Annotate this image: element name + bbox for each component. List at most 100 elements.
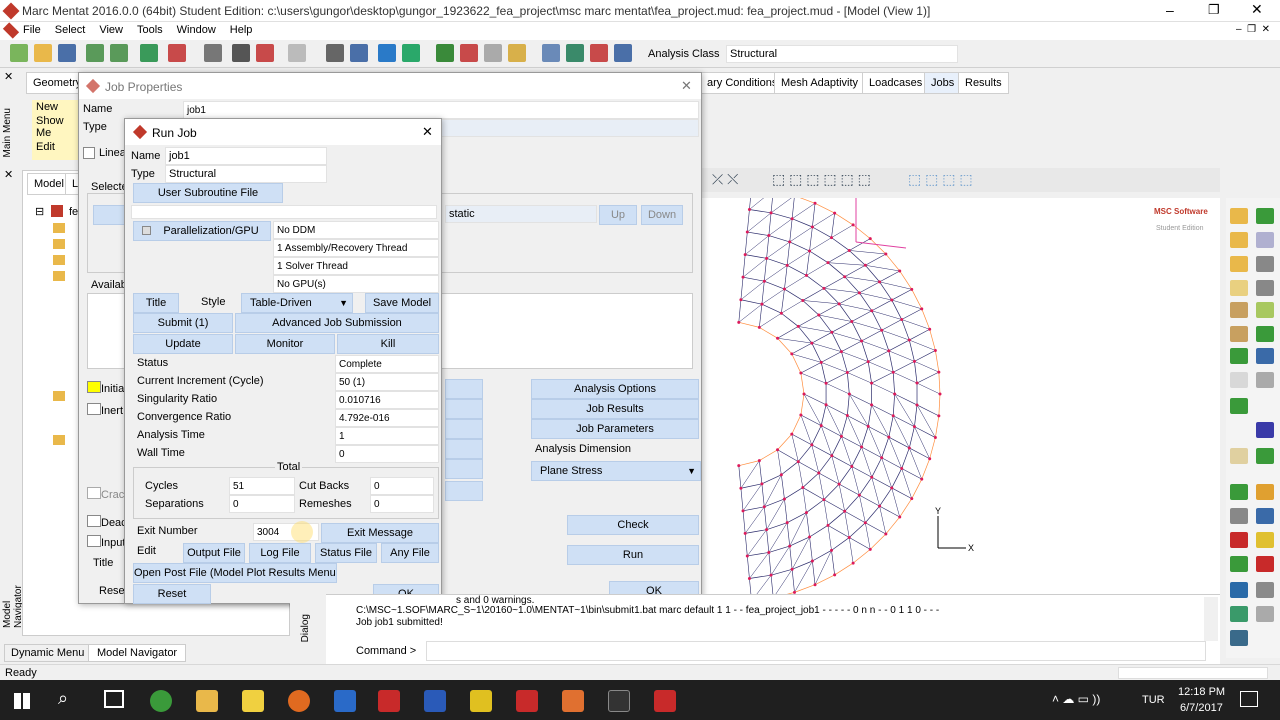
tool-icon[interactable]: [1230, 326, 1248, 342]
tool-icon[interactable]: [1256, 232, 1274, 248]
menu-show-me[interactable]: Show Me: [32, 114, 78, 140]
view-icon[interactable]: [542, 44, 560, 62]
tool-icon[interactable]: [1256, 484, 1274, 500]
tab-model-navigator[interactable]: Model Navigator: [88, 644, 187, 662]
tool-icon[interactable]: [1256, 556, 1274, 572]
acrobat-icon[interactable]: [378, 690, 400, 712]
jp-name-field[interactable]: job1: [183, 101, 699, 119]
zoom-box-icon[interactable]: ⤫ ⤬: [712, 171, 738, 188]
monitor-icon[interactable]: [326, 44, 344, 62]
word-icon[interactable]: [424, 690, 446, 712]
tool-icon[interactable]: [1230, 532, 1248, 548]
tool-icon[interactable]: [1256, 372, 1274, 388]
initial-label[interactable]: Initia: [101, 383, 124, 395]
tool-icon[interactable]: [1230, 606, 1248, 622]
submit-button[interactable]: Submit (1): [133, 313, 233, 333]
analysis-dimension-select[interactable]: Plane Stress ▼: [531, 461, 701, 481]
main-menu-label[interactable]: Main Menu: [2, 108, 13, 157]
windows-start-icon[interactable]: [14, 693, 30, 709]
tool-icon[interactable]: [1230, 556, 1248, 572]
tab-boundary-conditions[interactable]: ary Conditions: [700, 72, 785, 94]
jp-btn[interactable]: [445, 399, 483, 419]
style-select[interactable]: Table-Driven ▼: [241, 293, 353, 313]
kill-button[interactable]: Kill: [337, 334, 439, 354]
notifications-icon[interactable]: [1240, 691, 1258, 707]
tool-icon[interactable]: [1256, 422, 1274, 438]
job-results-button[interactable]: Job Results: [531, 399, 699, 419]
command-input[interactable]: [426, 641, 1206, 661]
save-model-button[interactable]: Save Model: [365, 293, 439, 313]
grid-icon[interactable]: [204, 44, 222, 62]
job-parameters-button[interactable]: Job Parameters: [531, 419, 699, 439]
menu-tools[interactable]: Tools: [130, 22, 170, 38]
close-icon[interactable]: ✕: [422, 124, 433, 140]
close-panel-icon[interactable]: ✕: [4, 70, 13, 83]
user-subroutine-field[interactable]: [131, 205, 437, 219]
mentat-icon[interactable]: [516, 690, 538, 712]
tool-icon[interactable]: [1256, 606, 1274, 622]
tree-root[interactable]: fe: [69, 206, 78, 218]
tool-icon[interactable]: [1230, 372, 1248, 388]
tool-icon[interactable]: [1230, 302, 1248, 318]
menu-edit[interactable]: Edit: [32, 140, 78, 154]
tab-mesh-adaptivity[interactable]: Mesh Adaptivity: [774, 72, 866, 94]
up-button[interactable]: Up: [599, 205, 637, 225]
regen-icon[interactable]: [402, 44, 420, 62]
output-file-button[interactable]: Output File: [183, 543, 245, 563]
save-icon[interactable]: [58, 44, 76, 62]
firefox-icon[interactable]: [288, 690, 310, 712]
input-label[interactable]: Input: [101, 537, 125, 549]
loadcase-static[interactable]: static: [445, 205, 597, 223]
tool-icon[interactable]: [1230, 484, 1248, 500]
close-icon[interactable]: ✕: [681, 78, 692, 94]
minimize-icon[interactable]: –: [1166, 2, 1174, 18]
status-file-button[interactable]: Status File: [315, 543, 377, 563]
linear-checkbox[interactable]: [83, 147, 95, 159]
tool-icon[interactable]: [1230, 398, 1248, 414]
tool-icon[interactable]: [1256, 326, 1274, 342]
tool-icon[interactable]: [1230, 232, 1248, 248]
jp-btn[interactable]: [445, 481, 483, 501]
cmd-icon[interactable]: [608, 690, 630, 712]
tool-icon[interactable]: [1256, 208, 1274, 224]
mdi-controls[interactable]: – ❐ ✕: [1236, 24, 1270, 35]
pick-icon[interactable]: [288, 44, 306, 62]
deactivation-label[interactable]: Deac: [101, 517, 127, 529]
tray-icons[interactable]: ˄ ☁ ▭ )): [1052, 692, 1100, 706]
menu-help[interactable]: Help: [223, 22, 260, 38]
clock-date[interactable]: 6/7/2017: [1180, 702, 1223, 714]
close-navigator-icon[interactable]: ✕: [4, 168, 13, 181]
rj-title-button[interactable]: Title: [133, 293, 179, 313]
mentat-icon[interactable]: [654, 690, 676, 712]
matlab-icon[interactable]: [334, 690, 356, 712]
close-icon[interactable]: ✕: [1251, 1, 1263, 18]
monitor-button[interactable]: Monitor: [235, 334, 335, 354]
tool-icon[interactable]: [1256, 532, 1274, 548]
check-icon[interactable]: [566, 44, 584, 62]
tool-icon[interactable]: [1256, 302, 1274, 318]
task-view-icon[interactable]: [104, 690, 124, 708]
tool-icon[interactable]: [1230, 280, 1248, 296]
tab-jobs[interactable]: Jobs: [924, 72, 962, 94]
language-indicator[interactable]: TUR: [1142, 694, 1165, 706]
clear-icon[interactable]: [484, 44, 502, 62]
chart-icon[interactable]: [614, 44, 632, 62]
menu-window[interactable]: Window: [170, 22, 223, 38]
any-file-button[interactable]: Any File: [381, 543, 439, 563]
import-icon[interactable]: [86, 44, 104, 62]
dialog-scrollbar[interactable]: [1204, 597, 1218, 641]
check-button[interactable]: Check: [567, 515, 699, 535]
jp-btn[interactable]: [445, 379, 483, 399]
exit-message-button[interactable]: Exit Message: [321, 523, 439, 543]
new-icon[interactable]: [10, 44, 28, 62]
tool-icon[interactable]: [1256, 508, 1274, 524]
inertia-label[interactable]: Inert: [101, 405, 123, 417]
menu-new[interactable]: New: [32, 100, 78, 114]
update-button[interactable]: Update: [133, 334, 233, 354]
parallelization-checkbox[interactable]: [142, 226, 151, 235]
search-icon[interactable]: ⌕: [58, 688, 68, 709]
ansys-icon[interactable]: [470, 690, 492, 712]
crack-label[interactable]: Cracl: [101, 489, 127, 501]
tool-icon[interactable]: [1230, 508, 1248, 524]
jp-btn[interactable]: [445, 419, 483, 439]
